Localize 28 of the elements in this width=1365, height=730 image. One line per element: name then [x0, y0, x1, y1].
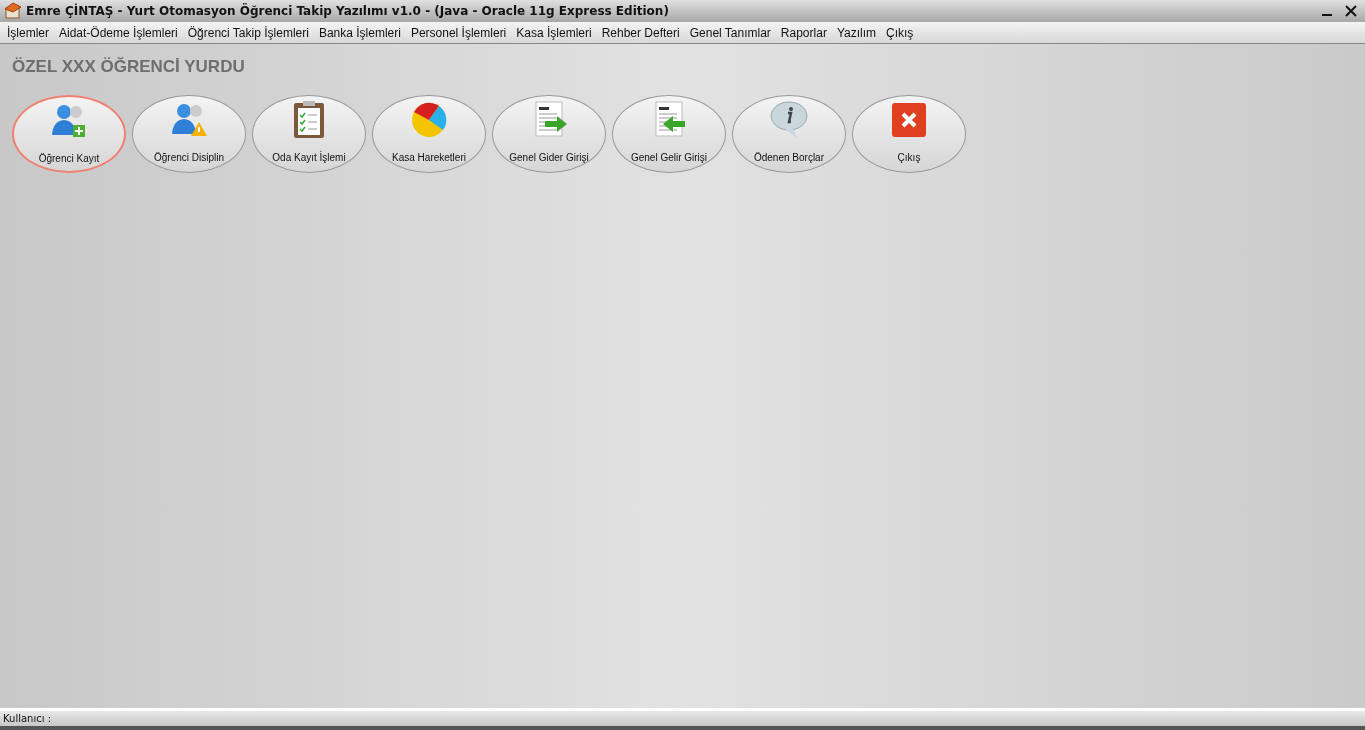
- menu-item[interactable]: Raporlar: [775, 23, 832, 42]
- menu-item[interactable]: Kasa İşlemleri: [511, 23, 597, 42]
- menu-item[interactable]: İşlemler: [2, 23, 54, 42]
- shortcut-button[interactable]: Genel Gider Girişi: [492, 95, 606, 173]
- shortcut-button[interactable]: Öğrenci Disiplin: [132, 95, 246, 173]
- menu-item[interactable]: Banka İşlemleri: [313, 23, 406, 42]
- shortcut-button[interactable]: Genel Gelir Girişi: [612, 95, 726, 173]
- shortcut-button[interactable]: Çıkış: [852, 95, 966, 173]
- close-icon: [1345, 5, 1357, 17]
- menu-item[interactable]: Yazılım: [831, 23, 881, 42]
- shortcut-button[interactable]: Oda Kayıt İşlemi: [252, 95, 366, 173]
- shortcut-button[interactable]: Kasa Hareketleri: [372, 95, 486, 173]
- menu-item[interactable]: Genel Tanımlar: [684, 23, 776, 42]
- pie-chart-icon: [409, 100, 449, 140]
- page-heading: ÖZEL XXX ÖĞRENCİ YURDU: [12, 58, 246, 75]
- menu-item[interactable]: Aidat-Ödeme İşlemleri: [54, 23, 183, 42]
- info-bubble-icon: [769, 100, 809, 140]
- menu-item[interactable]: Öğrenci Takip İşlemleri: [182, 23, 314, 42]
- minimize-icon: [1322, 14, 1332, 16]
- status-label: Kullanıcı :: [3, 712, 52, 726]
- app-icon: [4, 2, 22, 20]
- window-title: Emre ÇİNTAŞ - Yurt Otomasyon Öğrenci Takip Yazılımı v1.0 - (Java - Oracle 11g Express Edition): [26, 2, 669, 20]
- menu-item[interactable]: Rehber Defteri: [596, 23, 685, 42]
- close-icon: [889, 100, 929, 140]
- menu-item[interactable]: Personel İşlemleri: [405, 23, 512, 42]
- menu-item[interactable]: Çıkış: [881, 23, 919, 42]
- shortcut-button[interactable]: Ödenen Borçlar: [732, 95, 846, 173]
- shortcut-button[interactable]: Öğrenci Kayıt: [12, 95, 126, 173]
